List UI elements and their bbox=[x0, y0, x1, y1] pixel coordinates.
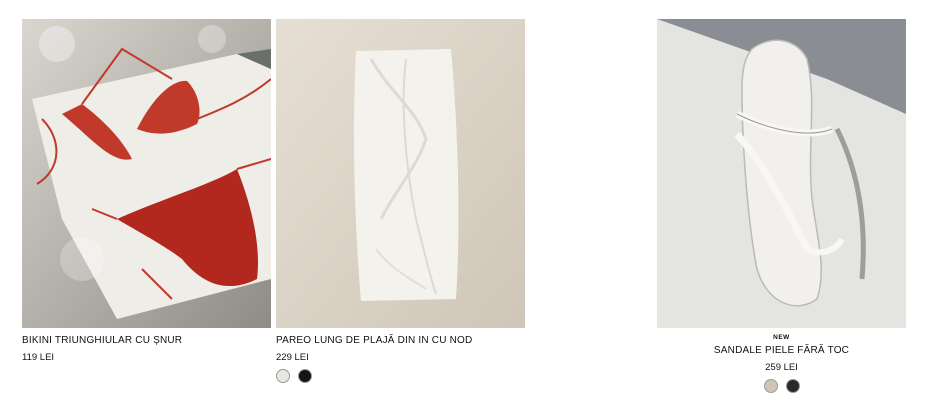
color-swatches bbox=[276, 369, 525, 383]
color-swatch-black[interactable] bbox=[298, 369, 312, 383]
product-card-pareo[interactable]: PAREO LUNG DE PLAJĂ DIN IN CU NOD 229 LE… bbox=[276, 19, 525, 383]
color-swatch-black[interactable] bbox=[785, 379, 800, 393]
product-price: 119 LEI bbox=[22, 352, 55, 363]
color-swatch-white[interactable] bbox=[276, 369, 290, 383]
product-image-bikini[interactable] bbox=[22, 19, 271, 328]
product-image-pareo[interactable] bbox=[276, 19, 525, 328]
product-card-sandals[interactable]: NEW SANDALE PIELE FĂRĂ TOC 259 LEI bbox=[657, 19, 906, 393]
product-title[interactable]: SANDALE PIELE FĂRĂ TOC bbox=[657, 345, 906, 357]
product-title[interactable]: PAREO LUNG DE PLAJĂ DIN IN CU NOD bbox=[276, 335, 525, 347]
new-badge: NEW bbox=[773, 334, 790, 341]
product-price: 259 LEI bbox=[765, 362, 798, 373]
color-swatches bbox=[657, 379, 906, 393]
product-card-bikini[interactable]: BIKINI TRIUNGHIULAR CU ȘNUR 119 LEI bbox=[22, 19, 271, 363]
product-image-sandals[interactable] bbox=[657, 19, 906, 328]
color-swatch-beige[interactable] bbox=[763, 379, 778, 393]
product-title[interactable]: BIKINI TRIUNGHIULAR CU ȘNUR bbox=[22, 335, 271, 347]
product-price: 229 LEI bbox=[276, 352, 309, 363]
